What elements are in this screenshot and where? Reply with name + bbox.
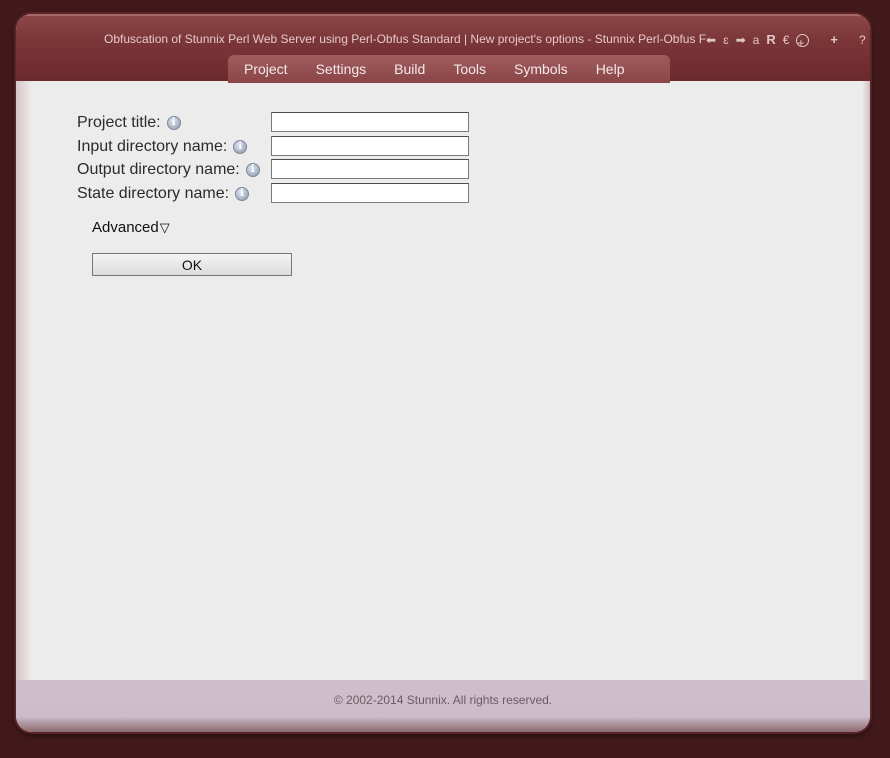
advanced-label: Advanced: [92, 219, 159, 236]
window-title: Obfuscation of Stunnix Perl Web Server u…: [104, 32, 706, 46]
input-directory-label-group: Input directory name: i: [77, 137, 248, 156]
state-directory-input[interactable]: [271, 182, 469, 203]
ellipsis-icon[interactable]: ɛ: [723, 32, 729, 48]
output-directory-input[interactable]: [271, 159, 469, 179]
footer: © 2002-2014 Stunnix. All rights reserved…: [16, 680, 870, 732]
left-edge-decoration: [16, 81, 32, 682]
title-controls: ⬅ ɛ ➡ a R € + + ?: [706, 32, 866, 50]
info-icon[interactable]: i: [245, 163, 260, 177]
project-title-label-group: Project title: i: [77, 114, 181, 132]
state-directory-row: State directory name: i: [76, 182, 496, 207]
state-directory-label: State directory name:: [77, 184, 230, 202]
info-icon[interactable]: i: [166, 116, 181, 130]
output-directory-row: Output directory name: i: [76, 159, 496, 183]
project-title-label: Project title:: [77, 114, 161, 131]
ok-button[interactable]: OK: [92, 253, 292, 276]
menu-item-settings[interactable]: Settings: [316, 61, 367, 77]
menu-item-project[interactable]: Project: [244, 61, 288, 77]
a-icon[interactable]: a: [753, 32, 760, 48]
help-icon[interactable]: ?: [859, 32, 866, 48]
info-icon[interactable]: i: [235, 186, 250, 201]
output-directory-label: Output directory name:: [77, 161, 240, 178]
app-window: Obfuscation of Stunnix Perl Web Server u…: [16, 14, 870, 732]
menu-bar: Project Settings Build Tools Symbols Hel…: [228, 55, 670, 83]
triangle-down-icon: ▽: [159, 219, 170, 235]
forward-arrow-icon[interactable]: ➡: [736, 32, 746, 48]
menu-item-tools[interactable]: Tools: [453, 61, 486, 77]
project-options-form: Project title: i Input directory name: i…: [76, 112, 496, 206]
menu-item-help[interactable]: Help: [596, 61, 625, 77]
info-icon[interactable]: i: [233, 139, 248, 154]
back-arrow-icon[interactable]: ⬅: [706, 32, 716, 48]
project-title-row: Project title: i: [76, 112, 496, 136]
zoom-in-icon[interactable]: +: [796, 33, 810, 50]
e-icon[interactable]: €: [783, 32, 790, 48]
copyright-text: © 2002-2014 Stunnix. All rights reserved…: [333, 693, 553, 707]
r-icon[interactable]: R: [766, 32, 775, 48]
menu-item-symbols[interactable]: Symbols: [514, 61, 568, 77]
project-title-input[interactable]: [271, 112, 469, 132]
state-directory-label-group: State directory name: i: [77, 184, 250, 203]
right-edge-decoration: [862, 81, 870, 682]
title-bar: Obfuscation of Stunnix Perl Web Server u…: [16, 14, 870, 83]
input-directory-input[interactable]: [271, 135, 469, 156]
input-directory-row: Input directory name: i: [76, 135, 496, 160]
output-directory-label-group: Output directory name: i: [77, 161, 260, 179]
menu-item-build[interactable]: Build: [394, 61, 425, 77]
advanced-toggle[interactable]: Advanced ▽: [92, 219, 170, 236]
input-directory-label: Input directory name:: [77, 137, 228, 155]
add-icon[interactable]: +: [830, 32, 838, 48]
